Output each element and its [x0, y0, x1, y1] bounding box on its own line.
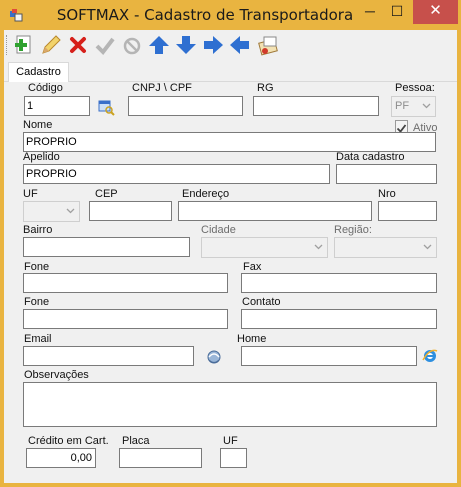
- regiao-label: Região:: [334, 224, 372, 236]
- cep-label: CEP: [95, 188, 118, 200]
- data-cadastro-label: Data cadastro: [336, 151, 405, 163]
- fone2-label: Fone: [24, 296, 50, 308]
- checkmark-icon[interactable]: [93, 33, 117, 57]
- chevron-down-icon: [423, 244, 432, 250]
- chevron-down-icon: [422, 103, 431, 109]
- arrow-down-icon[interactable]: [174, 33, 198, 57]
- maximize-button[interactable]: ☐: [384, 0, 410, 24]
- client-area: Cadastro Código 1 CNPJ \ CPF RG Pessoa: …: [4, 30, 457, 483]
- chevron-down-icon: [314, 244, 323, 250]
- cadastro-page: Código 1 CNPJ \ CPF RG Pessoa: PF Ativo …: [8, 82, 446, 480]
- tab-cadastro[interactable]: Cadastro: [8, 62, 69, 83]
- toolbar: [4, 30, 457, 60]
- fone2-field[interactable]: [23, 309, 228, 329]
- observacoes-label: Observações: [24, 369, 89, 381]
- codigo-field[interactable]: 1: [24, 96, 90, 116]
- data-cadastro-field[interactable]: [336, 164, 437, 184]
- bairro-label: Bairro: [23, 224, 53, 236]
- nro-field[interactable]: [378, 201, 437, 221]
- email-send-icon[interactable]: [205, 348, 223, 366]
- arrow-up-icon[interactable]: [147, 33, 171, 57]
- uf-placa-field[interactable]: [220, 448, 247, 468]
- nome-label: Nome: [23, 119, 53, 131]
- tab-strip: Cadastro: [4, 60, 457, 83]
- title-bar[interactable]: SOFTMAX - Cadastro de Transportadora ─ ☐…: [0, 0, 461, 30]
- endereco-field[interactable]: [178, 201, 372, 221]
- minimize-button[interactable]: ─: [357, 0, 383, 24]
- cidade-label: Cidade: [201, 224, 236, 236]
- placa-label: Placa: [122, 435, 150, 447]
- pessoa-select[interactable]: PF: [391, 96, 436, 117]
- cnpj-field[interactable]: [128, 96, 243, 116]
- nome-field[interactable]: PROPRIO: [23, 132, 436, 152]
- home-field[interactable]: [241, 346, 417, 366]
- observacoes-textarea[interactable]: [23, 382, 437, 427]
- search-calendar-icon[interactable]: [97, 98, 115, 116]
- delete-x-icon[interactable]: [66, 33, 90, 57]
- contato-field[interactable]: [241, 309, 437, 329]
- regiao-select[interactable]: [334, 237, 437, 258]
- cidade-select[interactable]: [201, 237, 328, 258]
- cnpj-label: CNPJ \ CPF: [132, 82, 192, 94]
- pessoa-value: PF: [395, 100, 410, 112]
- placa-field[interactable]: [119, 448, 202, 468]
- arrow-left-icon[interactable]: [228, 33, 252, 57]
- application-window: SOFTMAX - Cadastro de Transportadora ─ ☐…: [0, 0, 461, 487]
- rg-label: RG: [257, 82, 274, 94]
- fax-field[interactable]: [241, 273, 437, 293]
- email-field[interactable]: [23, 346, 194, 366]
- fone-field[interactable]: [23, 273, 228, 293]
- rg-field[interactable]: [253, 96, 379, 116]
- toolbar-grip[interactable]: [6, 35, 9, 55]
- internet-explorer-icon[interactable]: [421, 346, 439, 364]
- window-title: SOFTMAX - Cadastro de Transportadora: [56, 6, 354, 24]
- email-label: Email: [24, 333, 52, 345]
- report-icon[interactable]: [256, 33, 280, 57]
- window-frame-bottom: [0, 483, 461, 487]
- add-document-icon[interactable]: [12, 33, 36, 57]
- cancel-icon[interactable]: [120, 33, 144, 57]
- credito-label: Crédito em Cart.: [28, 435, 109, 447]
- credito-field[interactable]: 0,00: [26, 448, 96, 468]
- contato-label: Contato: [242, 296, 281, 308]
- apelido-label: Apelido: [23, 151, 60, 163]
- uf-placa-label: UF: [223, 435, 238, 447]
- apelido-field[interactable]: PROPRIO: [23, 164, 330, 184]
- bairro-field[interactable]: [23, 237, 190, 257]
- endereco-label: Endereço: [182, 188, 230, 200]
- arrow-right-icon[interactable]: [201, 33, 225, 57]
- codigo-label: Código: [28, 82, 63, 94]
- chevron-down-icon: [66, 208, 75, 214]
- edit-pencil-icon[interactable]: [39, 33, 63, 57]
- uf-label: UF: [23, 188, 38, 200]
- home-label: Home: [237, 333, 267, 345]
- close-button[interactable]: ✕: [413, 0, 458, 24]
- nro-label: Nro: [378, 188, 396, 200]
- cep-field[interactable]: [89, 201, 172, 221]
- pessoa-label: Pessoa:: [395, 82, 435, 94]
- uf-select[interactable]: [23, 201, 80, 222]
